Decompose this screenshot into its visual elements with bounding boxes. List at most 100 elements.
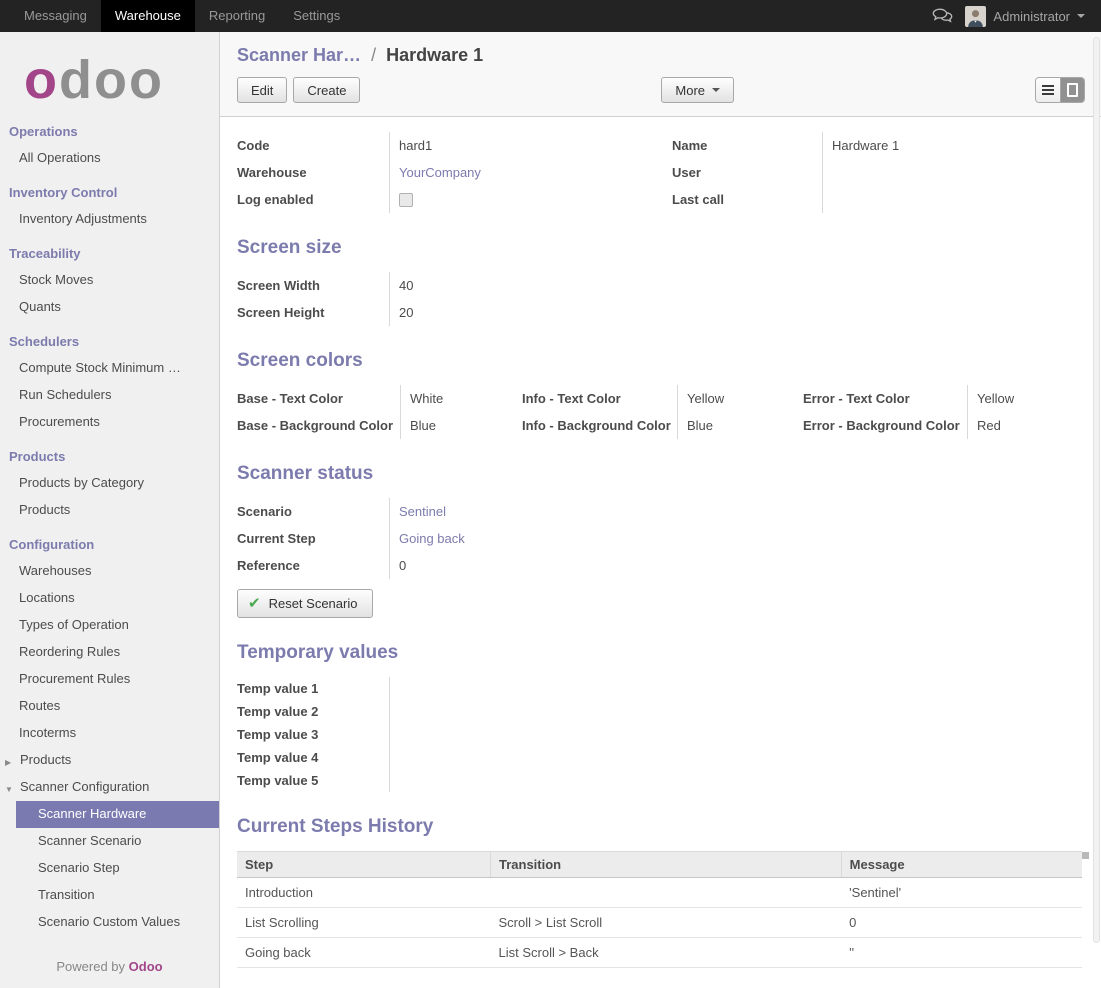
sidebar-item-scenario-step[interactable]: Scenario Step [0,855,219,882]
field-temp-value-3-value [389,723,667,746]
field-info-background-color-value: Blue [677,412,803,439]
field-code-value: hard1 [389,132,672,159]
field-warehouse-value[interactable]: YourCompany [389,159,672,186]
history-row[interactable]: Introduction'Sentinel' [237,878,1082,908]
sidebar-item-transition[interactable]: Transition [0,882,219,909]
sidebar-item-products[interactable]: ▶Products [0,747,219,774]
field-reference-label: Reference [237,552,389,579]
history-cell: Going back [237,938,491,968]
topbar-menu-settings[interactable]: Settings [279,0,354,32]
sidebar-item-inventory-adjustments[interactable]: Inventory Adjustments [0,206,219,233]
logo-first-letter: o [24,50,59,110]
field-temp-value-1-value [389,677,667,700]
history-cell: 0 [841,908,1082,938]
topbar-right: Administrator [931,0,1101,32]
sidebar-section-schedulers: Schedulers [0,321,219,355]
breadcrumb-parent-link[interactable]: Scanner Har… [237,45,361,65]
field-log-enabled-label: Log enabled [237,186,389,213]
odoo-brand-link[interactable]: Odoo [129,959,163,974]
history-row[interactable]: Going backList Scroll > Back'' [237,938,1082,968]
sidebar-item-label: Inventory Adjustments [19,211,147,226]
field-temp-value-4-value [389,746,667,769]
sidebar-item-procurement-rules[interactable]: Procurement Rules [0,666,219,693]
avatar [965,6,986,27]
sidebar-item-run-schedulers[interactable]: Run Schedulers [0,382,219,409]
history-row[interactable]: List ScrollingScroll > List Scroll0 [237,908,1082,938]
sidebar-item-scenario-custom-values[interactable]: Scenario Custom Values [0,909,219,936]
sidebar-section-inventory-control: Inventory Control [0,172,219,206]
sidebar-item-products[interactable]: Products [0,497,219,524]
sidebar-item-warehouses[interactable]: Warehouses [0,558,219,585]
edit-button[interactable]: Edit [237,77,287,103]
sidebar-item-label: Scanner Scenario [38,833,141,848]
page-scrollbar[interactable] [1093,37,1100,943]
chevron-right-icon[interactable]: ▶ [5,756,11,770]
sidebar-item-reordering-rules[interactable]: Reordering Rules [0,639,219,666]
sidebar-item-label: Run Schedulers [19,387,112,402]
column-header-transition[interactable]: Transition [491,852,842,878]
control-panel: Scanner Har… / Hardware 1 Edit Create Mo… [220,32,1101,117]
sidebar-item-stock-moves[interactable]: Stock Moves [0,267,219,294]
sidebar-item-label: Transition [38,887,95,902]
topbar: MessagingWarehouseReportingSettings Admi… [0,0,1101,32]
table-corner-handle[interactable] [1082,852,1089,859]
field-scenario-value[interactable]: Sentinel [389,498,667,525]
odoo-logo[interactable]: odoo [0,32,219,111]
sidebar-item-label: Procurements [19,414,100,429]
field-column: Screen Width40Screen Height20 [237,272,667,326]
messages-button[interactable] [931,8,954,24]
form-icon [1067,83,1078,97]
chevron-down-icon[interactable]: ▼ [5,783,13,797]
create-button[interactable]: Create [293,77,360,103]
form-content: Codehard1WarehouseYourCompanyLog enabled… [220,117,1101,988]
sidebar-item-incoterms[interactable]: Incoterms [0,720,219,747]
history-cell: Scroll > List Scroll [491,908,842,938]
topbar-menus: MessagingWarehouseReportingSettings [0,0,354,32]
column-header-message[interactable]: Message [841,852,1082,878]
field-info-background-color-label: Info - Background Color [522,412,677,439]
field-temp-value-5-label: Temp value 5 [237,769,389,792]
section-scanner-status: Scanner statusScenarioSentinelCurrent St… [237,463,1082,618]
field-last-call-label: Last call [672,186,822,213]
user-menu[interactable]: Administrator [965,6,1085,27]
field-error-text-color-label: Error - Text Color [803,385,967,412]
field-columns: Codehard1WarehouseYourCompanyLog enabled… [237,132,1082,213]
field-name-label: Name [672,132,822,159]
topbar-menu-reporting[interactable]: Reporting [195,0,279,32]
field-code-label: Code [237,132,389,159]
field-info-text-color-value: Yellow [677,385,803,412]
user-name: Administrator [993,9,1070,24]
sidebar-item-locations[interactable]: Locations [0,585,219,612]
list-view-button[interactable] [1036,78,1060,102]
field-current-step-value[interactable]: Going back [389,525,667,552]
sidebar-item-quants[interactable]: Quants [0,294,219,321]
sidebar-item-label: All Operations [19,150,101,165]
sidebar-item-scanner-scenario[interactable]: Scanner Scenario [0,828,219,855]
sidebar-item-procurements[interactable]: Procurements [0,409,219,436]
history-cell: Introduction [237,878,491,908]
field-temp-value-3-label: Temp value 3 [237,723,389,746]
field-last-call-value [822,186,1082,213]
field-column: ScenarioSentinelCurrent StepGoing backRe… [237,498,667,579]
form-view-button[interactable] [1060,78,1084,102]
sidebar-item-types-of-operation[interactable]: Types of Operation [0,612,219,639]
history-cell: List Scroll > Back [491,938,842,968]
sidebar-item-scanner-hardware[interactable]: Scanner Hardware [16,801,219,828]
section-current-steps-history: Current Steps HistoryStepTransitionMessa… [237,816,1082,968]
sidebar-item-scanner-configuration[interactable]: ▼Scanner Configuration [0,774,219,801]
column-header-step[interactable]: Step [237,852,491,878]
sidebar-item-all-operations[interactable]: All Operations [0,145,219,172]
chevron-down-icon [712,88,720,92]
sidebar: odoo OperationsAll OperationsInventory C… [0,32,220,988]
sidebar-item-compute-stock-minimum[interactable]: Compute Stock Minimum … [0,355,219,382]
sidebar-item-label: Products by Category [19,475,144,490]
field-log-enabled-checkbox[interactable] [399,193,413,207]
topbar-menu-messaging[interactable]: Messaging [10,0,101,32]
field-log-enabled-value [389,186,672,213]
sidebar-item-label: Types of Operation [19,617,129,632]
more-button[interactable]: More [661,77,734,103]
reset-scenario-button[interactable]: ✔Reset Scenario [237,589,373,618]
topbar-menu-warehouse[interactable]: Warehouse [101,0,195,32]
sidebar-item-routes[interactable]: Routes [0,693,219,720]
sidebar-item-products-by-category[interactable]: Products by Category [0,470,219,497]
